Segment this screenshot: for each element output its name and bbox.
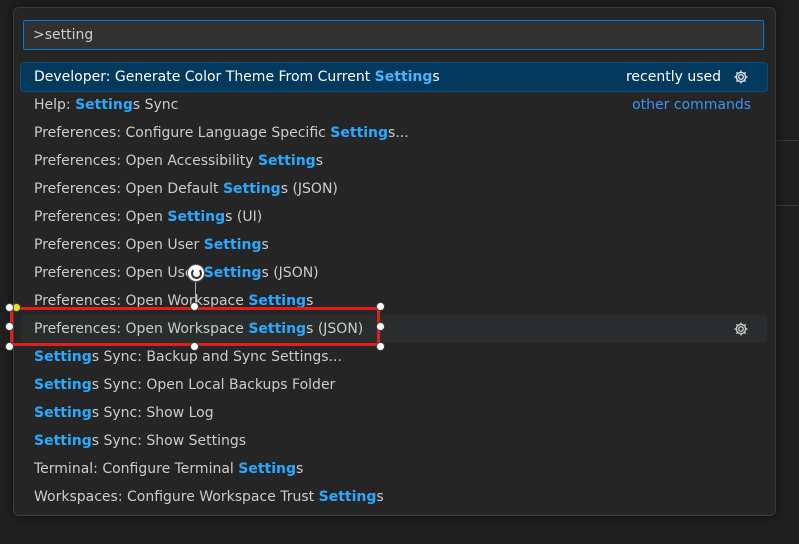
command-label: Developer: Generate Color Theme From Cur… — [34, 69, 375, 85]
match-highlight: Setting — [257, 153, 316, 169]
command-item-configure-language-settings[interactable]: Preferences: Configure Language Specific… — [21, 119, 767, 147]
command-item-generate-color-theme[interactable]: Developer: Generate Color Theme From Cur… — [20, 62, 768, 92]
command-label: s Sync: Show Log — [91, 405, 214, 421]
command-item-open-user-settings[interactable]: Preferences: Open User Settings — [21, 231, 767, 259]
match-highlight: Setting — [34, 377, 92, 393]
command-label: s (UI) — [225, 209, 263, 225]
command-label: s (JSON) — [280, 181, 338, 197]
command-label: Workspaces: Configure Workspace Trust — [34, 489, 319, 505]
match-highlight: Setting — [203, 237, 262, 253]
command-label: Preferences: Open User — [34, 237, 204, 253]
resize-handle[interactable] — [376, 302, 385, 311]
command-palette-input-box — [23, 20, 764, 50]
match-highlight: Setting — [374, 69, 433, 85]
command-palette: Developer: Generate Color Theme From Cur… — [13, 7, 776, 516]
command-label: s — [376, 489, 384, 505]
command-label: Preferences: Open Accessibility — [34, 153, 258, 169]
command-label: s Sync: Open Local Backups Folder — [91, 377, 336, 393]
resize-handle[interactable] — [5, 342, 14, 351]
command-label: Preferences: Open Default — [34, 181, 223, 197]
match-highlight: Setting — [318, 489, 377, 505]
match-highlight: Setting — [34, 349, 92, 365]
command-search-input[interactable] — [24, 21, 763, 49]
command-label: s... — [388, 125, 409, 141]
command-item-settings-sync-show-log[interactable]: Settings Sync: Show Log — [21, 399, 767, 427]
annotation-highlight-box[interactable] — [10, 307, 380, 346]
resize-handle[interactable] — [376, 342, 385, 351]
rotate-handle-icon[interactable] — [187, 264, 205, 282]
command-item-settings-sync-backup[interactable]: Settings Sync: Backup and Sync Settings.… — [21, 343, 767, 371]
command-label: s — [315, 153, 323, 169]
command-item-workspace-trust-settings[interactable]: Workspaces: Configure Workspace Trust Se… — [21, 483, 767, 511]
gear-icon[interactable] — [733, 69, 749, 85]
command-label: s — [432, 69, 440, 85]
gear-icon[interactable] — [733, 321, 749, 337]
match-highlight: Setting — [75, 97, 133, 113]
command-label: s — [261, 237, 269, 253]
resize-handle[interactable] — [190, 342, 199, 351]
resize-handle[interactable] — [5, 303, 14, 312]
match-highlight: Setting — [167, 209, 226, 225]
command-label: Terminal: Configure Terminal — [34, 461, 239, 477]
command-label: Preferences: Configure Language Specific — [34, 125, 331, 141]
command-item-open-default-settings-json[interactable]: Preferences: Open Default Settings (JSON… — [21, 175, 767, 203]
command-label: s Sync: Show Settings — [91, 433, 247, 449]
match-highlight: Setting — [222, 181, 281, 197]
command-item-terminal-configure-settings[interactable]: Terminal: Configure Terminal Settings — [21, 455, 767, 483]
command-item-settings-sync-show-settings[interactable]: Settings Sync: Show Settings — [21, 427, 767, 455]
command-item-open-accessibility-settings[interactable]: Preferences: Open Accessibility Settings — [21, 147, 767, 175]
command-item-open-settings-ui[interactable]: Preferences: Open Settings (UI) — [21, 203, 767, 231]
command-label: s (JSON) — [261, 265, 319, 281]
match-highlight: Setting — [34, 405, 92, 421]
match-highlight: Setting — [238, 461, 297, 477]
resize-handle[interactable] — [5, 322, 14, 331]
match-highlight: Setting — [34, 433, 92, 449]
command-label: Preferences: Open User — [34, 265, 204, 281]
command-item-settings-sync-open-backups[interactable]: Settings Sync: Open Local Backups Folder — [21, 371, 767, 399]
command-label: s — [296, 461, 304, 477]
resize-handle[interactable] — [376, 322, 385, 331]
command-label: s Sync — [132, 97, 179, 113]
other-commands-label: other commands — [632, 97, 751, 113]
match-highlight: Setting — [203, 265, 262, 281]
command-label: Preferences: Open — [34, 209, 168, 225]
resize-handle[interactable] — [190, 302, 199, 311]
command-label: Help: — [34, 97, 76, 113]
command-label: s Sync: Backup and Sync Settings... — [91, 349, 342, 365]
recently-used-label: recently used — [625, 69, 721, 85]
command-list: Developer: Generate Color Theme From Cur… — [20, 62, 768, 511]
match-highlight: Setting — [330, 125, 389, 141]
command-item-open-user-settings-json[interactable]: Preferences: Open User Settings (JSON) — [21, 259, 767, 287]
command-item-help-settings-sync[interactable]: Help: Settings Sync other commands — [21, 91, 767, 119]
